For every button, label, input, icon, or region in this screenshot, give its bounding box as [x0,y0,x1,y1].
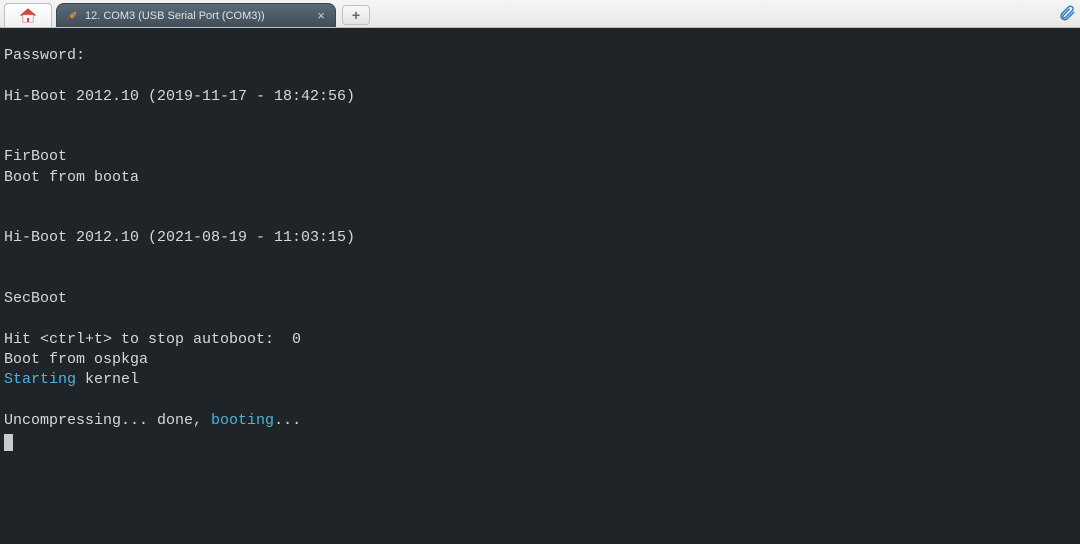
terminal-line: Uncompressing... done, booting... [4,411,1076,431]
terminal-line [4,390,1076,410]
rocket-icon [65,9,79,23]
terminal-line [4,309,1076,329]
terminal-line: FirBoot [4,147,1076,167]
session-tab-label: 12. COM3 (USB Serial Port (COM3)) [85,10,309,22]
terminal-line: Hi-Boot 2012.10 (2019-11-17 - 18:42:56) [4,87,1076,107]
terminal-line [4,188,1076,208]
terminal-line: Hit <ctrl+t> to stop autoboot: 0 [4,330,1076,350]
cursor [4,434,13,451]
plus-icon: + [352,7,360,23]
tab-bar: 12. COM3 (USB Serial Port (COM3)) × + [0,0,1080,28]
home-tab[interactable] [4,3,52,27]
session-tab[interactable]: 12. COM3 (USB Serial Port (COM3)) × [56,3,336,27]
terminal-line: Boot from boota [4,168,1076,188]
terminal-line [4,208,1076,228]
terminal-line: Starting kernel [4,370,1076,390]
terminal-line [4,249,1076,269]
terminal-line: Hi-Boot 2012.10 (2021-08-19 - 11:03:15) [4,228,1076,248]
terminal-cursor-line [4,431,1076,451]
terminal-line: Password: [4,46,1076,66]
terminal-line [4,269,1076,289]
terminal-line: Boot from ospkga [4,350,1076,370]
terminal-output[interactable]: Password: Hi-Boot 2012.10 (2019-11-17 - … [0,28,1080,544]
terminal-line: SecBoot [4,289,1076,309]
new-tab-button[interactable]: + [342,5,370,25]
home-icon [20,8,36,24]
terminal-line [4,127,1076,147]
terminal-line [4,66,1076,86]
close-tab-button[interactable]: × [315,9,327,22]
paperclip-icon[interactable] [1058,4,1076,22]
terminal-line [4,107,1076,127]
